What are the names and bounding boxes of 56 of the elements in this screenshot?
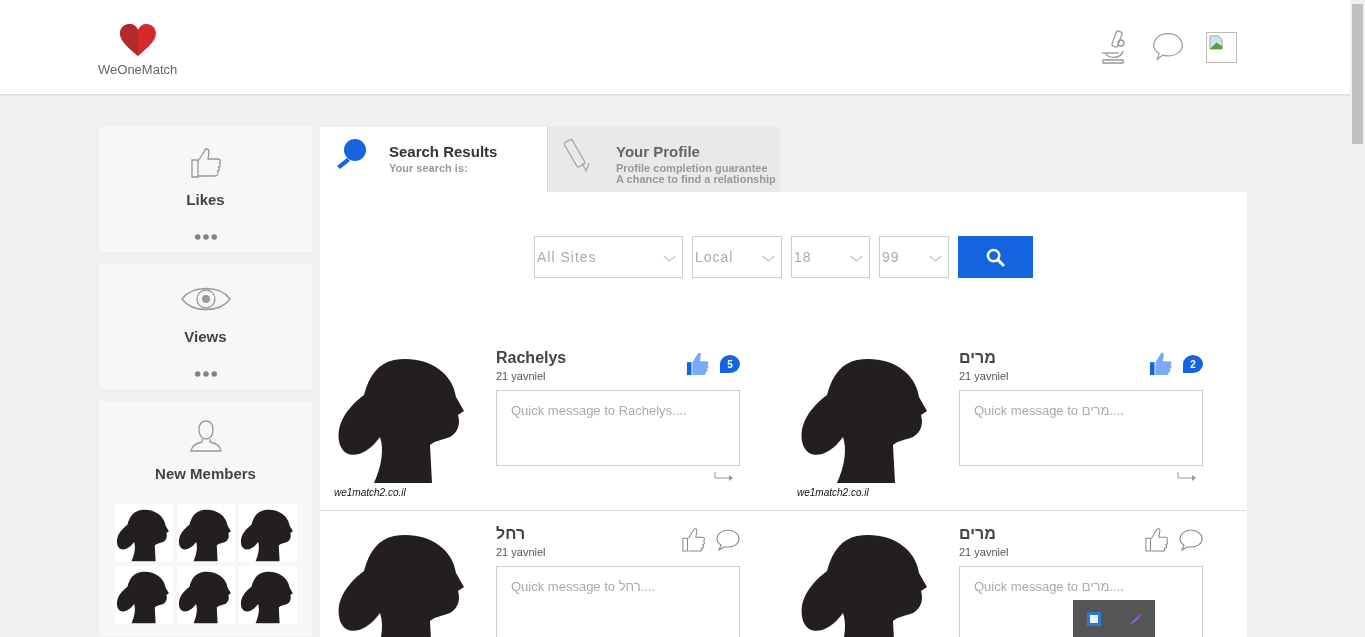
silhouette-thumbnail[interactable]: [114, 504, 173, 562]
chevron-down-icon: [762, 255, 775, 263]
tab-title: Your Profile: [616, 143, 701, 160]
chevron-down-icon: [850, 255, 863, 263]
silhouette-thumbnail[interactable]: [176, 504, 235, 562]
profile-name[interactable]: מרים: [959, 349, 1009, 367]
profile-location: 21 yavniel: [959, 370, 1009, 382]
chevron-down-icon: [929, 255, 942, 263]
profile-location: 21 yavniel: [496, 370, 547, 382]
tab[interactable]: Search Results Your search is:: [320, 127, 547, 192]
chevron-down-icon: [663, 255, 676, 263]
speech-bubble-icon[interactable]: [716, 528, 740, 552]
person-icon: [188, 419, 223, 453]
more-icon[interactable]: [194, 234, 217, 240]
quick-message-field[interactable]: Quick message to רחל....: [496, 566, 740, 637]
silhouette-thumbnail[interactable]: [238, 566, 297, 624]
profile-name[interactable]: Rachelys: [496, 349, 567, 367]
sidebar-card[interactable]: Views: [99, 264, 312, 389]
profile-name[interactable]: רחל: [496, 525, 546, 543]
profile-location: 21 yavniel: [496, 546, 546, 558]
thumbs-up-icon[interactable]: [1145, 528, 1169, 552]
site-caption: we1match2.co.il: [334, 487, 407, 498]
sidebar-label: Likes: [186, 191, 225, 208]
quick-message-field[interactable]: Quick message to מרים....: [959, 390, 1203, 466]
thumbs-up-icon[interactable]: [682, 528, 706, 552]
quick-message-field[interactable]: Quick message to Rachelys....: [496, 390, 740, 466]
broken-image-icon[interactable]: [1206, 31, 1237, 63]
sidebar-label: Views: [184, 328, 227, 345]
tab-subtitle: A chance to find a relationship: [616, 174, 776, 185]
thumbs-up-icon[interactable]: [686, 352, 710, 376]
thumbs-up-icon[interactable]: [1149, 352, 1173, 376]
profile-name[interactable]: מרים: [959, 525, 1009, 543]
message-count-badge[interactable]: 2: [1183, 355, 1203, 373]
sidebar-card[interactable]: New Members: [99, 401, 312, 636]
logo-text[interactable]: WeOneMatch: [98, 61, 178, 77]
sidebar-label: New Members: [155, 465, 256, 482]
screenshot-icon[interactable]: [1085, 610, 1102, 627]
search-icon: [986, 247, 1005, 267]
speech-bubble-icon[interactable]: [1179, 528, 1203, 552]
reply-arrow-icon[interactable]: [714, 472, 734, 482]
more-icon[interactable]: [194, 371, 217, 377]
silhouette-thumbnail[interactable]: [114, 566, 173, 624]
silhouette-thumbnail[interactable]: [238, 504, 297, 562]
thumbs-up-icon: [188, 145, 223, 179]
tab[interactable]: Your Profile Profile completion guarantee A chance to find a relationship: [547, 127, 780, 192]
site-caption: we1match2.co.il: [797, 487, 870, 498]
tab-subtitle: Your search is:: [389, 163, 469, 174]
silhouette-thumbnail[interactable]: [176, 566, 235, 624]
sidebar-card[interactable]: Likes: [99, 127, 312, 252]
profile-location: 21 yavniel: [959, 546, 1009, 558]
search-button[interactable]: [958, 236, 1033, 278]
heart-logo-icon[interactable]: [117, 23, 158, 58]
tab-subtitle: Profile completion guarantee: [616, 163, 769, 174]
tab-title: Search Results: [389, 143, 498, 160]
message-count-badge[interactable]: 5: [720, 355, 740, 373]
reply-arrow-icon[interactable]: [1177, 472, 1197, 482]
